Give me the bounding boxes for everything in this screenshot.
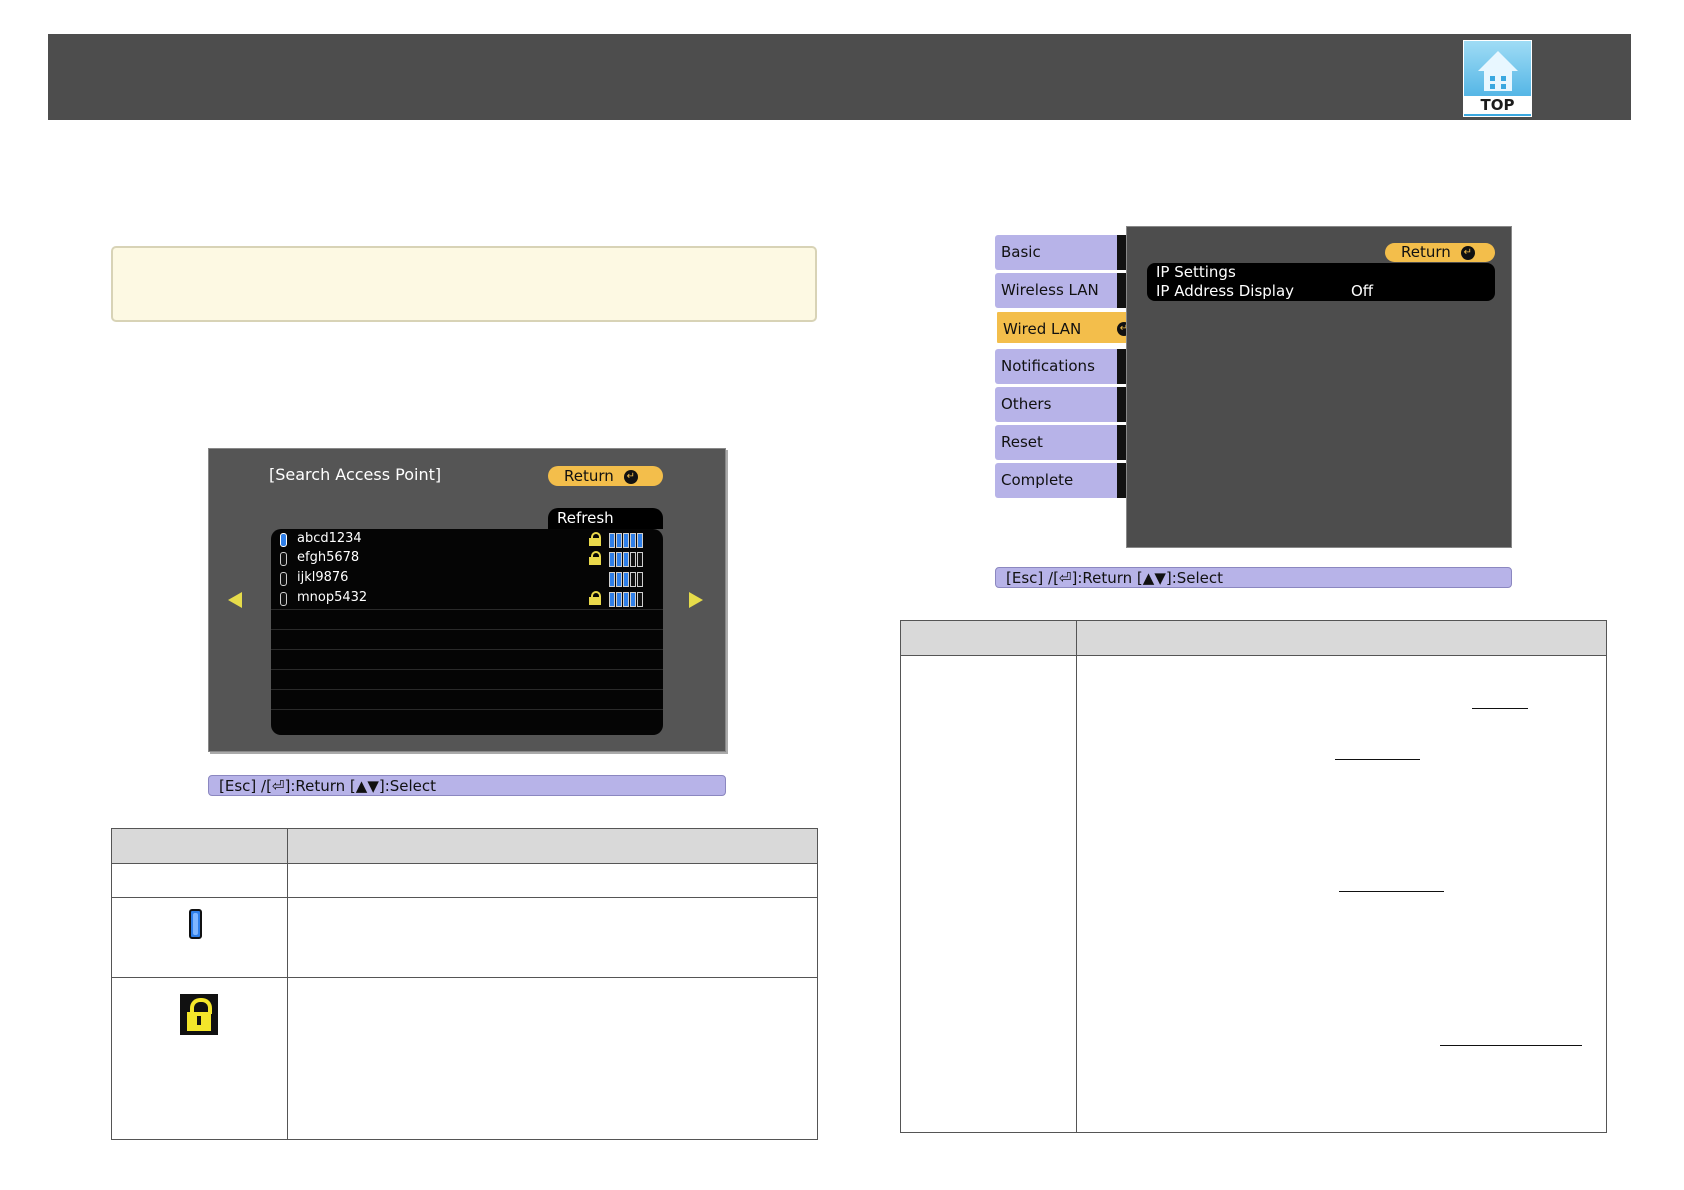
selected-access-point-icon: [189, 909, 202, 939]
help-bar: [Esc] /[⏎]:Return [▲▼]:Select: [995, 567, 1512, 588]
lock-icon: [180, 994, 218, 1035]
list-item[interactable]: efgh5678: [271, 549, 663, 569]
access-point-name: ijkl9876: [297, 570, 349, 585]
unselected-icon: [280, 552, 287, 566]
return-label: Return: [564, 467, 614, 485]
screen-title: [Search Access Point]: [269, 465, 442, 484]
table-header-cell: [111, 828, 288, 864]
menu-item-label: IP Settings: [1156, 263, 1236, 281]
tab-wireless-lan[interactable]: Wireless LAN: [995, 273, 1126, 308]
lock-icon: [589, 591, 601, 605]
lock-icon: [589, 532, 601, 546]
lock-icon: [589, 551, 601, 565]
table-header-cell: [287, 828, 818, 864]
list-divider: [271, 609, 663, 610]
tab-label: Wired LAN: [1003, 320, 1082, 338]
tab-reset[interactable]: Reset: [995, 425, 1126, 460]
list-divider: [271, 689, 663, 690]
house-window: [1501, 76, 1506, 81]
tab-notifications[interactable]: Notifications: [995, 349, 1126, 384]
table-row: [111, 897, 818, 978]
access-point-name: efgh5678: [297, 550, 360, 565]
tab-others[interactable]: Others: [995, 387, 1126, 422]
menu-item-label: IP Address Display: [1156, 282, 1295, 300]
refresh-button[interactable]: Refresh: [548, 508, 663, 529]
link-underline[interactable]: [1339, 891, 1444, 892]
list-divider: [271, 629, 663, 630]
enter-icon: ↵: [623, 469, 638, 484]
house-icon: [1478, 51, 1518, 71]
table-header-cell: [1076, 620, 1607, 656]
menu-item-value: Off: [1351, 282, 1374, 300]
signal-strength-icon: [609, 592, 644, 607]
table-header-cell: [900, 620, 1077, 656]
link-underline[interactable]: [1335, 759, 1420, 760]
unselected-icon: [280, 592, 287, 606]
access-point-list: abcd1234 efgh5678 ijkl9876 mnop5432: [271, 529, 663, 735]
list-divider: [271, 649, 663, 650]
top-home-button[interactable]: TOP: [1463, 40, 1532, 117]
signal-strength-icon: [609, 533, 644, 548]
return-label: Return: [1401, 243, 1451, 261]
return-button[interactable]: Return ↵: [548, 466, 663, 486]
access-point-name: mnop5432: [297, 590, 368, 605]
list-item[interactable]: mnop5432: [271, 589, 663, 609]
tab-label: Basic: [1001, 243, 1041, 261]
tab-label: Complete: [1001, 471, 1074, 489]
menu-description-table: [900, 620, 1607, 1133]
list-item[interactable]: abcd1234: [271, 530, 663, 550]
link-underline[interactable]: [1440, 1045, 1582, 1046]
arrow-right-icon[interactable]: [689, 592, 703, 608]
tab-label: Reset: [1001, 433, 1043, 451]
house-body: [1484, 71, 1512, 91]
tab-basic[interactable]: Basic: [995, 235, 1126, 270]
access-point-name: abcd1234: [297, 531, 362, 546]
search-access-point-screen: [Search Access Point] Return ↵ Refresh ab…: [208, 448, 726, 752]
unselected-icon: [280, 572, 287, 586]
signal-strength-icon: [609, 552, 644, 567]
help-bar: [Esc] /[⏎]:Return [▲▼]:Select: [208, 775, 726, 796]
top-logo-label: TOP: [1464, 96, 1531, 114]
tab-label: Notifications: [1001, 357, 1095, 375]
arrow-left-icon[interactable]: [228, 592, 242, 608]
tab-label: Others: [1001, 395, 1052, 413]
link-underline[interactable]: [1472, 708, 1528, 709]
list-item[interactable]: ijkl9876: [271, 569, 663, 589]
header-bar: [48, 34, 1631, 120]
note-box: [111, 246, 817, 322]
enter-icon: ↵: [1460, 245, 1475, 260]
icon-description-table: [111, 828, 818, 1140]
house-window: [1490, 76, 1495, 81]
list-divider: [271, 669, 663, 670]
signal-strength-icon: [609, 572, 644, 587]
table-row: [900, 655, 1607, 1133]
menu-item-ip-address-display[interactable]: IP Address Display Off: [1147, 282, 1495, 301]
table-row: [111, 863, 818, 898]
tab-label: Wireless LAN: [1001, 281, 1099, 299]
tab-complete[interactable]: Complete: [995, 463, 1126, 498]
tab-wired-lan[interactable]: Wired LAN ↵: [995, 310, 1137, 345]
return-button[interactable]: Return ↵: [1385, 243, 1495, 262]
wired-lan-panel: Return ↵ IP Settings IP Address Display O…: [1126, 226, 1512, 548]
list-divider: [271, 709, 663, 710]
menu-item-ip-settings[interactable]: IP Settings: [1147, 263, 1495, 282]
selected-icon: [280, 533, 287, 547]
house-window: [1501, 84, 1506, 89]
house-window: [1490, 84, 1495, 89]
